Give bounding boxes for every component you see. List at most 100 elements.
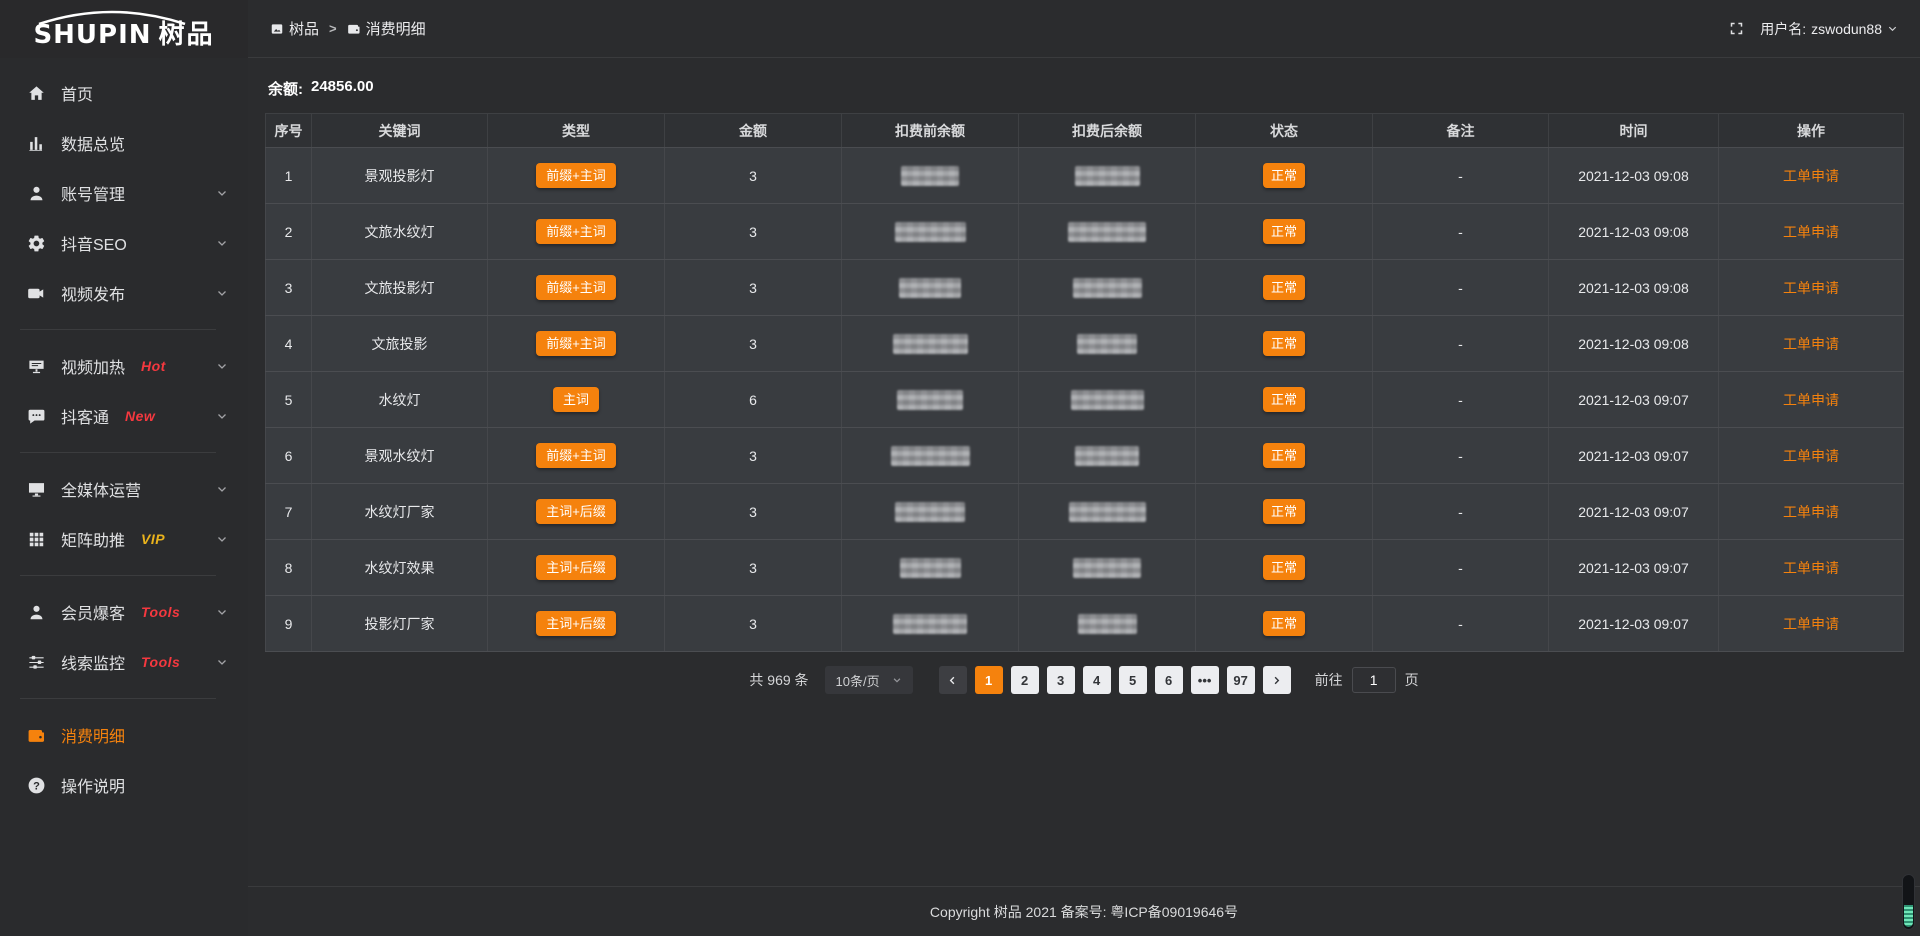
- ticket-request-link[interactable]: 工单申请: [1783, 616, 1839, 632]
- sidebar-item-help[interactable]: ?操作说明: [0, 760, 248, 810]
- sidebar-item-media-operation[interactable]: 全媒体运营: [0, 464, 248, 514]
- cell-type-badge: 主词+后缀: [488, 540, 665, 596]
- redacted-value: [895, 222, 966, 242]
- redacted-value: [893, 614, 967, 634]
- table-row: 7水纹灯厂家主词+后缀3正常-2021-12-03 09:07工单申请: [266, 484, 1904, 540]
- ticket-request-link[interactable]: 工单申请: [1783, 448, 1839, 464]
- redacted-value: [1068, 222, 1146, 242]
- main-content: 余额: 24856.00 序号关键词类型金额扣费前余额扣费后余额状态备注时间操作…: [248, 58, 1920, 886]
- cell-no: 3: [266, 260, 312, 316]
- table-row: 6景观水纹灯前缀+主词3正常-2021-12-03 09:07工单申请: [266, 428, 1904, 484]
- page-button-4[interactable]: 4: [1083, 666, 1111, 694]
- ticket-request-link[interactable]: 工单申请: [1783, 560, 1839, 576]
- ticket-request-link[interactable]: 工单申请: [1783, 224, 1839, 240]
- chevron-down-icon: [216, 360, 228, 372]
- cell-action: 工单申请: [1719, 484, 1904, 540]
- breadcrumb-home[interactable]: 树品: [289, 18, 319, 39]
- status-badge: 正常: [1263, 331, 1305, 357]
- page-button-6[interactable]: 6: [1155, 666, 1183, 694]
- goto-page: 前往 页: [1315, 667, 1419, 693]
- help-icon: ?: [26, 775, 46, 795]
- cell-type-badge: 主词+后缀: [488, 596, 665, 652]
- redacted-value: [895, 502, 965, 522]
- sidebar-item-label: 全媒体运营: [61, 477, 141, 501]
- sidebar-item-clue-monitor[interactable]: 线索监控Tools: [0, 637, 248, 687]
- sidebar-item-matrix-boost[interactable]: 矩阵助推VIP: [0, 514, 248, 564]
- redacted-value: [901, 166, 959, 186]
- sidebar-item-video-heat[interactable]: 视频加热Hot: [0, 341, 248, 391]
- ticket-request-link[interactable]: 工单申请: [1783, 336, 1839, 352]
- chevron-down-icon: [216, 410, 228, 422]
- scrollbar[interactable]: [1902, 874, 1915, 930]
- page-size-value: 10条/页: [836, 671, 880, 690]
- home-icon: [26, 83, 46, 103]
- type-badge: 前缀+主词: [536, 443, 616, 469]
- cell-time: 2021-12-03 09:07: [1549, 372, 1719, 428]
- cell-action: 工单申请: [1719, 148, 1904, 204]
- sidebar-item-badge: Tools: [141, 654, 180, 670]
- more-pages-button[interactable]: •••: [1191, 666, 1219, 694]
- cell-balance-before: [842, 148, 1019, 204]
- sidebar-item-label: 视频发布: [61, 281, 125, 305]
- table-row: 4文旅投影前缀+主词3正常-2021-12-03 09:08工单申请: [266, 316, 1904, 372]
- table-row: 3文旅投影灯前缀+主词3正常-2021-12-03 09:08工单申请: [266, 260, 1904, 316]
- type-badge: 前缀+主词: [536, 331, 616, 357]
- cell-amount: 3: [665, 484, 842, 540]
- status-badge: 正常: [1263, 499, 1305, 525]
- page-button-5[interactable]: 5: [1119, 666, 1147, 694]
- sidebar-item-label: 消费明细: [61, 723, 125, 747]
- table-row: 1景观投影灯前缀+主词3正常-2021-12-03 09:08工单申请: [266, 148, 1904, 204]
- cell-note: -: [1373, 484, 1549, 540]
- cell-amount: 3: [665, 596, 842, 652]
- page-button-3[interactable]: 3: [1047, 666, 1075, 694]
- breadcrumb-current: 消费明细: [366, 18, 426, 39]
- page-button-1[interactable]: 1: [975, 666, 1003, 694]
- goto-unit: 页: [1405, 670, 1419, 690]
- sidebar-item-doukertong[interactable]: 抖客通New: [0, 391, 248, 441]
- next-page-button[interactable]: [1263, 666, 1291, 694]
- chevron-down-icon: [216, 287, 228, 299]
- cell-type-badge: 前缀+主词: [488, 148, 665, 204]
- cell-amount: 3: [665, 428, 842, 484]
- cell-time: 2021-12-03 09:07: [1549, 428, 1719, 484]
- ticket-request-link[interactable]: 工单申请: [1783, 280, 1839, 296]
- cell-balance-before: [842, 316, 1019, 372]
- goto-page-input[interactable]: [1352, 667, 1396, 693]
- sidebar-item-douyin-seo[interactable]: 抖音SEO: [0, 218, 248, 268]
- user-menu[interactable]: 用户名: zswodun88: [1760, 19, 1898, 39]
- breadcrumb-separator: >: [329, 21, 337, 36]
- cell-no: 9: [266, 596, 312, 652]
- ticket-request-link[interactable]: 工单申请: [1783, 504, 1839, 520]
- sidebar-item-account-manage[interactable]: 账号管理: [0, 168, 248, 218]
- sidebar-item-home[interactable]: 首页: [0, 68, 248, 118]
- fullscreen-icon[interactable]: [1729, 21, 1744, 36]
- video-icon: [26, 283, 46, 303]
- sidebar-item-label: 视频加热: [61, 354, 125, 378]
- cell-balance-after: [1019, 540, 1196, 596]
- cell-keyword: 水纹灯效果: [312, 540, 488, 596]
- sidebar-item-consume-detail[interactable]: 消费明细: [0, 710, 248, 760]
- cell-status-badge: 正常: [1196, 540, 1373, 596]
- redacted-value: [1073, 558, 1141, 578]
- redacted-value: [899, 278, 961, 298]
- page-button-2[interactable]: 2: [1011, 666, 1039, 694]
- chevron-down-icon: [216, 606, 228, 618]
- type-badge: 主词+后缀: [536, 611, 616, 637]
- page-size-select[interactable]: 10条/页: [825, 666, 913, 694]
- ticket-request-link[interactable]: 工单申请: [1783, 392, 1839, 408]
- cell-type-badge: 主词: [488, 372, 665, 428]
- cell-amount: 3: [665, 260, 842, 316]
- sidebar-item-video-publish[interactable]: 视频发布: [0, 268, 248, 318]
- prev-page-button[interactable]: [939, 666, 967, 694]
- ticket-request-link[interactable]: 工单申请: [1783, 168, 1839, 184]
- screen-icon: [26, 356, 46, 376]
- cell-amount: 3: [665, 540, 842, 596]
- sidebar-menu: 首页数据总览账号管理抖音SEO 视频发布视频加热Hot抖客通New 全媒体运营矩阵助…: [0, 58, 248, 810]
- scrollbar-thumb[interactable]: [1904, 905, 1913, 927]
- sidebar-item-label: 会员爆客: [61, 600, 125, 624]
- type-badge: 主词+后缀: [536, 555, 616, 581]
- sidebar-item-member-burst[interactable]: 会员爆客Tools: [0, 587, 248, 637]
- page-button-97[interactable]: 97: [1227, 666, 1255, 694]
- topbar: 树品 > 消费明细 用户名: zswodun88: [248, 0, 1920, 58]
- sidebar-item-data-overview[interactable]: 数据总览: [0, 118, 248, 168]
